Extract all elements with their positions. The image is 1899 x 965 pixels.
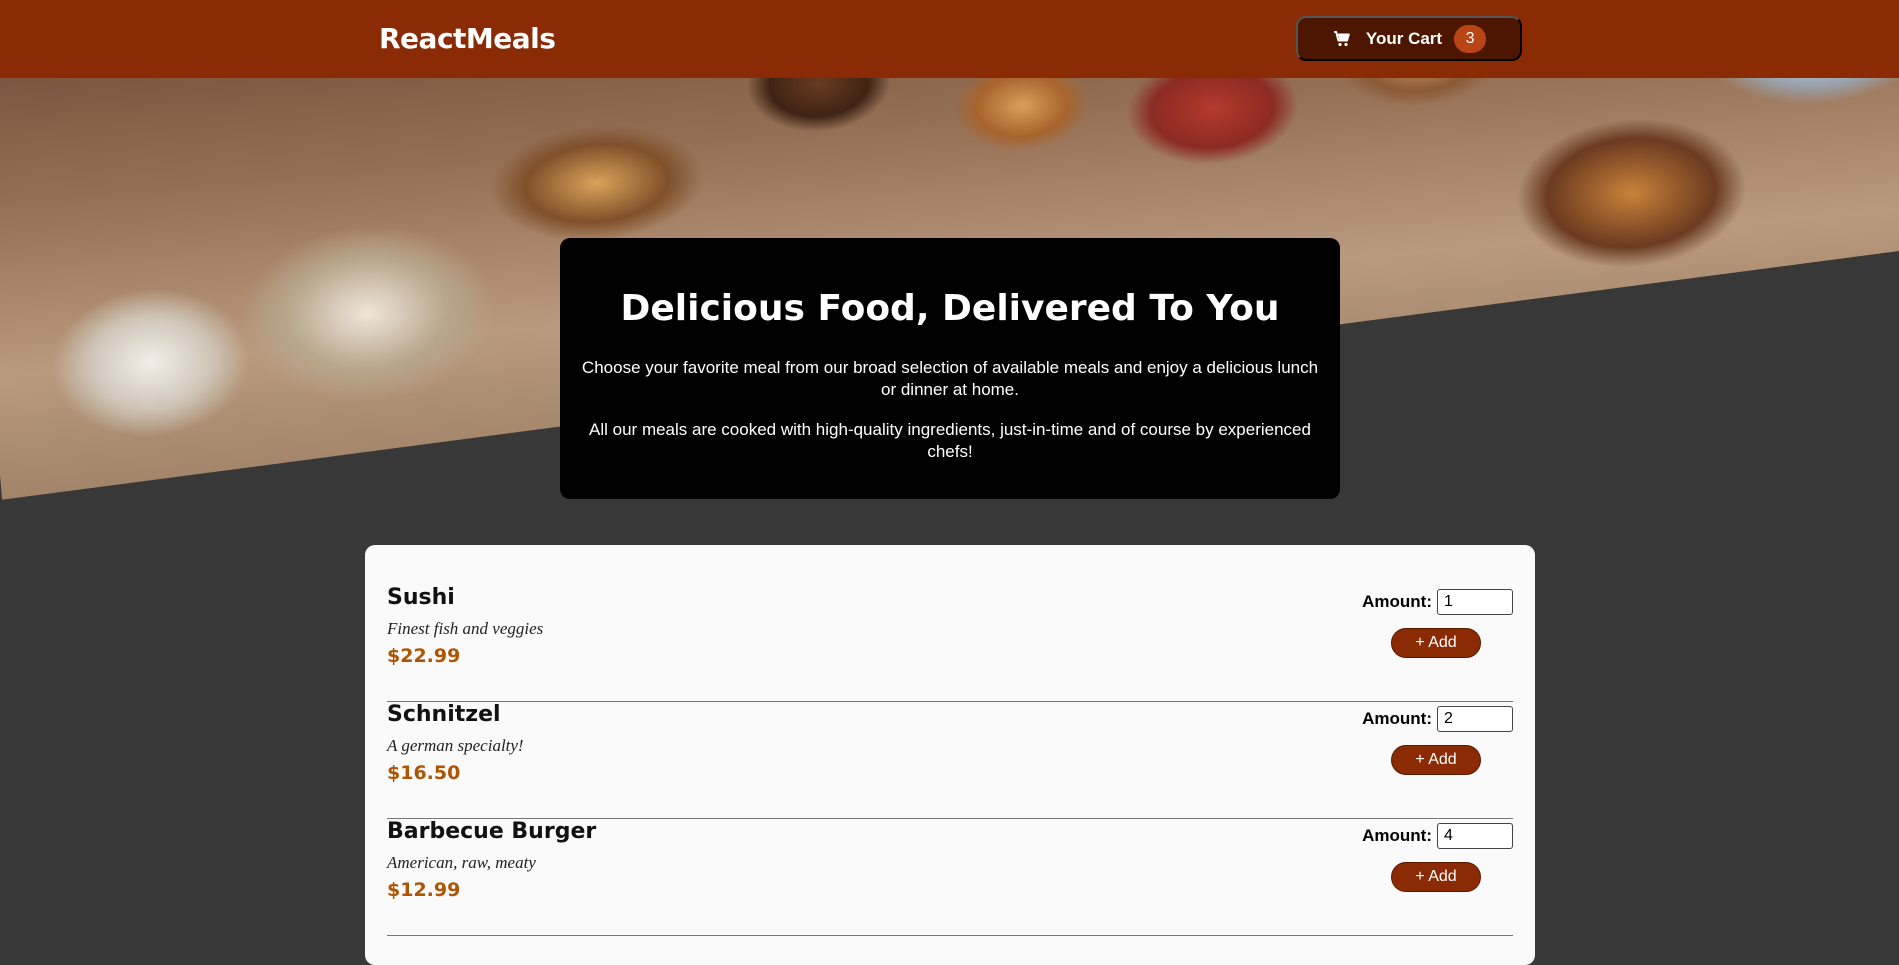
meal-name: Schnitzel bbox=[387, 702, 501, 727]
summary-paragraph-2: All our meals are cooked with high-quali… bbox=[589, 420, 1311, 461]
cart-count-badge: 3 bbox=[1454, 24, 1487, 53]
meal-price: $16.50 bbox=[387, 762, 461, 784]
amount-label: Amount: bbox=[1362, 592, 1432, 611]
app-header: ReactMeals Your Cart 3 bbox=[0, 0, 1899, 78]
meal-item-schnitzel: Schnitzel A german specialty! $16.50 Amo… bbox=[387, 702, 1513, 819]
add-to-cart-button[interactable]: + Add bbox=[1391, 862, 1481, 892]
meals-list-card: Sushi Finest fish and veggies $22.99 Amo… bbox=[365, 545, 1535, 965]
meal-description: Finest fish and veggies bbox=[387, 619, 544, 638]
amount-input[interactable] bbox=[1437, 823, 1513, 849]
app-title: ReactMeals bbox=[379, 22, 556, 55]
meal-name: Sushi bbox=[387, 585, 455, 610]
meal-price: $22.99 bbox=[387, 645, 461, 667]
meal-description: American, raw, meaty bbox=[387, 853, 536, 872]
amount-label: Amount: bbox=[1362, 709, 1432, 728]
cart-button[interactable]: Your Cart 3 bbox=[1296, 16, 1522, 61]
meal-name: Barbecue Burger bbox=[387, 819, 597, 844]
amount-input[interactable] bbox=[1437, 589, 1513, 615]
add-to-cart-button[interactable]: + Add bbox=[1391, 745, 1481, 775]
amount-input[interactable] bbox=[1437, 706, 1513, 732]
summary-heading: Delicious Food, Delivered To You bbox=[620, 288, 1280, 329]
meal-item-barbecue-burger: Barbecue Burger American, raw, meaty $12… bbox=[387, 819, 1513, 936]
cart-icon bbox=[1332, 29, 1352, 49]
summary-paragraph-1: Choose your favorite meal from our broad… bbox=[581, 358, 1319, 399]
meal-price: $12.99 bbox=[387, 879, 461, 901]
amount-label: Amount: bbox=[1362, 826, 1432, 845]
amount-row: Amount: bbox=[1362, 706, 1513, 732]
amount-row: Amount: bbox=[1362, 589, 1513, 615]
meals-summary: Delicious Food, Delivered To You Choose … bbox=[560, 238, 1340, 499]
amount-row: Amount: bbox=[1362, 823, 1513, 849]
cart-label: Your Cart bbox=[1365, 28, 1443, 48]
meal-description: A german specialty! bbox=[387, 736, 524, 755]
add-to-cart-button[interactable]: + Add bbox=[1391, 628, 1481, 658]
meal-item-sushi: Sushi Finest fish and veggies $22.99 Amo… bbox=[387, 585, 1513, 702]
